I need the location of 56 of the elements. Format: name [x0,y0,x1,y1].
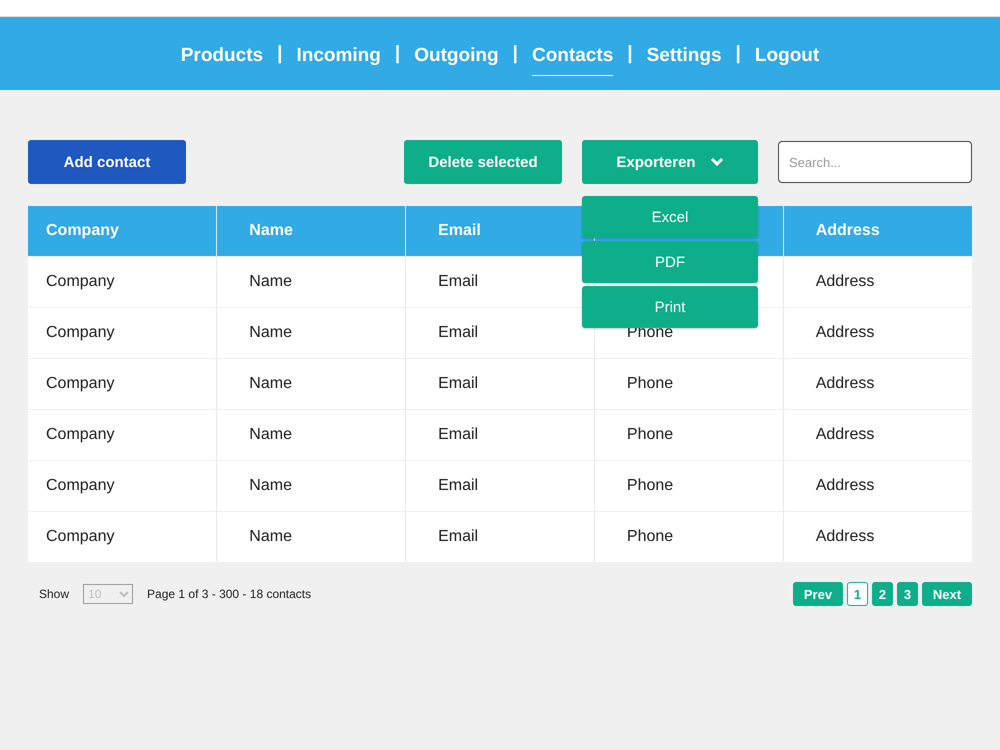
table-cell: Company [28,512,217,562]
page-button[interactable]: 3 [897,582,918,606]
menu-item[interactable]: PDF [582,241,758,283]
nav-separator: | [394,42,400,64]
table-cell: Company [28,256,217,308]
add-contact-button[interactable]: Add contact [28,140,186,184]
nav-separator: | [627,42,633,64]
page-summary: Page 1 of 3 - 300 - 18 contacts [147,587,312,601]
column-header: Company [28,206,217,256]
table-cell: Phone [594,410,784,460]
table-cell: Name [216,358,406,410]
table-cell: Email [406,512,594,562]
nav-separator: | [512,42,518,64]
column-header: Email [406,206,594,256]
table-cell: Address [783,410,972,460]
table-cell: Address [783,512,972,562]
table-cell: Email [406,410,594,460]
table-cell: Company [28,460,217,512]
table-cell: Email [406,308,594,358]
table-cell: Address [783,308,972,358]
nav-link[interactable]: Incoming [296,41,381,76]
export-dropdown-button[interactable]: Exporteren [582,140,758,184]
page-button[interactable]: 1 [847,582,868,606]
table-cell: Address [783,358,972,410]
search-field[interactable]: Search... [778,141,972,183]
prev-button[interactable]: Prev [793,582,843,606]
table-cell: Phone [594,512,784,562]
page-button[interactable]: 2 [872,582,893,606]
table-cell: Email [406,256,594,308]
table-cell: Name [216,308,406,358]
column-header: Name [216,206,406,256]
table-cell: Address [783,256,972,308]
table-cell: Name [216,512,406,562]
show-label: Show [39,587,70,601]
table-cell: Company [28,308,217,358]
nav-link[interactable]: Settings [646,41,722,76]
next-button[interactable]: Next [922,582,972,606]
table-cell: Phone [594,358,784,410]
nav-separator: | [277,42,282,64]
menu-item[interactable]: Excel [582,196,758,238]
table-cell: Email [406,460,594,512]
table-cell: Phone [594,460,784,512]
delete-selected-button[interactable]: Delete selected [404,140,562,184]
table-cell: Company [28,358,217,410]
table-cell: Address [783,460,972,512]
nav-link[interactable]: Contacts [532,41,614,76]
nav-link[interactable]: Outgoing [414,41,499,76]
nav-link[interactable]: Products [180,41,264,76]
table-cell: Email [406,358,594,410]
column-header: Address [783,206,972,256]
nav-separator: | [736,42,741,64]
table-cell: Company [28,410,217,460]
nav-link[interactable]: Logout [754,41,820,76]
table-cell: Name [216,460,406,512]
table-cell: Name [216,256,406,308]
table-cell: Name [216,410,406,460]
